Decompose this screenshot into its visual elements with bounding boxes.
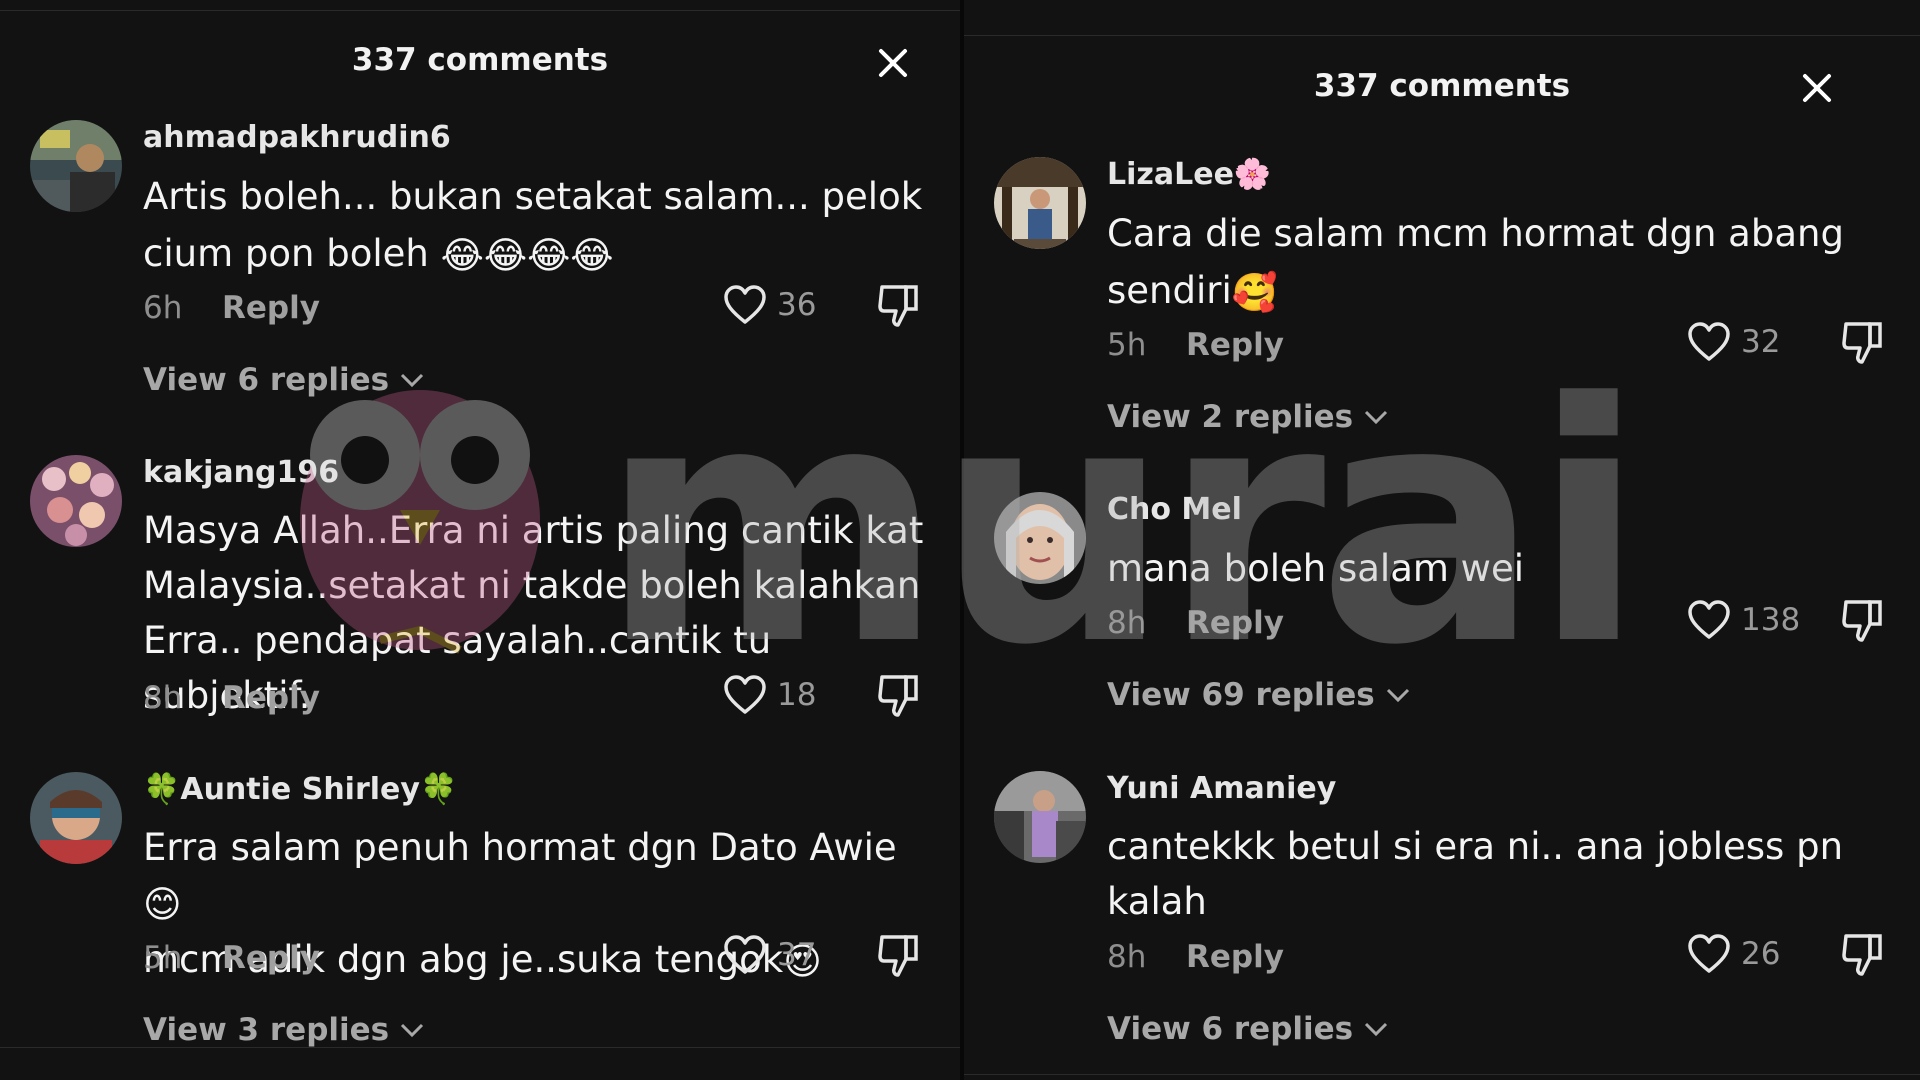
- chevron-down-icon: [1365, 1022, 1388, 1037]
- like-button[interactable]: 138: [1687, 597, 1800, 643]
- view-replies-button[interactable]: View 2 replies: [1107, 399, 1389, 435]
- comment-username[interactable]: Cho Mel: [1107, 492, 1242, 527]
- divider: [964, 35, 1920, 36]
- close-icon[interactable]: [1800, 71, 1834, 105]
- comment-username[interactable]: Yuni Amaniey: [1107, 771, 1336, 806]
- chevron-down-icon: [401, 373, 424, 388]
- comment-time: 6h: [143, 290, 183, 326]
- comment-time: 5h: [1107, 327, 1147, 363]
- like-button[interactable]: 36: [723, 282, 816, 328]
- thumbs-down-icon[interactable]: [876, 933, 922, 979]
- view-replies-button[interactable]: View 3 replies: [143, 1012, 425, 1048]
- view-replies-label: View 6 replies: [1107, 1011, 1354, 1047]
- comment-text: cantekkk betul si era ni.. ana jobless p…: [1107, 825, 1844, 923]
- view-replies-button[interactable]: View 6 replies: [143, 362, 425, 398]
- like-button[interactable]: 18: [723, 672, 816, 718]
- heart-icon: [724, 675, 766, 714]
- view-replies-button[interactable]: View 69 replies: [1107, 677, 1411, 713]
- heart-icon: [1688, 600, 1730, 639]
- thumbs-down-icon[interactable]: [876, 673, 922, 719]
- comment-username[interactable]: kakjang196: [143, 455, 339, 490]
- like-button[interactable]: 26: [1687, 931, 1780, 977]
- avatar[interactable]: [994, 771, 1086, 863]
- avatar[interactable]: [30, 120, 122, 212]
- view-replies-label: View 6 replies: [143, 362, 390, 398]
- comment-text: Cara die salam mcm hormat dgn abang send…: [1107, 205, 1897, 321]
- reply-button[interactable]: Reply: [1186, 939, 1284, 975]
- avatar[interactable]: [30, 772, 122, 864]
- clover-icon: 🍀: [143, 772, 181, 807]
- comment-emoji: 😊: [143, 883, 182, 926]
- like-count: 32: [1741, 324, 1781, 360]
- comment-time: 8h: [143, 680, 183, 716]
- divider: [0, 1047, 960, 1048]
- comment-time: 8h: [1107, 605, 1147, 641]
- reply-button[interactable]: Reply: [1186, 327, 1284, 363]
- close-icon[interactable]: [876, 46, 910, 80]
- heart-icon: [724, 285, 766, 324]
- username-text: LizaLee: [1107, 157, 1234, 192]
- heart-icon: [724, 935, 766, 974]
- thumbs-down-icon[interactable]: [1840, 320, 1886, 366]
- avatar[interactable]: [994, 492, 1086, 584]
- chevron-down-icon: [1365, 410, 1388, 425]
- like-button[interactable]: 32: [1687, 319, 1780, 365]
- like-count: 138: [1741, 602, 1801, 638]
- screenshot-collage: 337 comments ahmadpakhrudin6 Artis boleh…: [0, 0, 1920, 1080]
- comment-username[interactable]: ahmadpakhrudin6: [143, 120, 451, 155]
- flower-icon: 🌸: [1233, 157, 1272, 192]
- view-replies-label: View 3 replies: [143, 1012, 390, 1048]
- view-replies-label: View 2 replies: [1107, 399, 1354, 435]
- comments-count-title: 337 comments: [1313, 68, 1571, 104]
- username-text: Auntie Shirley: [180, 772, 420, 807]
- view-replies-label: View 69 replies: [1107, 677, 1375, 713]
- avatar[interactable]: [30, 455, 122, 547]
- like-count: 37: [777, 937, 817, 973]
- chevron-down-icon: [401, 1023, 424, 1038]
- comments-panel-right: 337 comments LizaLee🌸 Cara die salam mcm…: [964, 0, 1920, 1080]
- thumbs-down-icon[interactable]: [876, 283, 922, 329]
- divider: [0, 10, 960, 11]
- comment-text: Artis boleh... bukan setakat salam... pe…: [143, 168, 933, 284]
- comment-emoji: 😂😂😂😂: [440, 234, 614, 277]
- heart-icon: [1688, 934, 1730, 973]
- comment-username[interactable]: LizaLee🌸: [1107, 157, 1271, 192]
- comments-panel-left: 337 comments ahmadpakhrudin6 Artis boleh…: [0, 0, 960, 1080]
- heart-icon: [1688, 322, 1730, 361]
- like-count: 18: [777, 677, 817, 713]
- comment-username[interactable]: 🍀Auntie Shirley🍀: [143, 772, 457, 807]
- reply-button[interactable]: Reply: [1186, 605, 1284, 641]
- comment-body: Cara die salam mcm hormat dgn abang send…: [1107, 212, 1844, 312]
- comment-time: 8h: [1107, 939, 1147, 975]
- reply-button[interactable]: Reply: [222, 290, 320, 326]
- view-replies-button[interactable]: View 6 replies: [1107, 1011, 1389, 1047]
- clover-icon: 🍀: [419, 772, 458, 807]
- comment-time: 5h: [143, 940, 183, 976]
- avatar[interactable]: [994, 157, 1086, 249]
- reply-button[interactable]: Reply: [222, 940, 320, 976]
- comments-count-title: 337 comments: [351, 42, 609, 78]
- like-button[interactable]: 37: [723, 932, 816, 978]
- reply-button[interactable]: Reply: [222, 680, 320, 716]
- comment-text: mana boleh salam wei: [1107, 547, 1524, 590]
- thumbs-down-icon[interactable]: [1840, 932, 1886, 978]
- chevron-down-icon: [1386, 688, 1409, 703]
- thumbs-down-icon[interactable]: [1840, 598, 1886, 644]
- comment-emoji: 🥰: [1231, 271, 1278, 314]
- like-count: 36: [777, 287, 817, 323]
- comment-body: Erra salam penuh hormat dgn Dato Awie: [143, 826, 897, 869]
- like-count: 26: [1741, 936, 1781, 972]
- divider: [964, 1074, 1920, 1075]
